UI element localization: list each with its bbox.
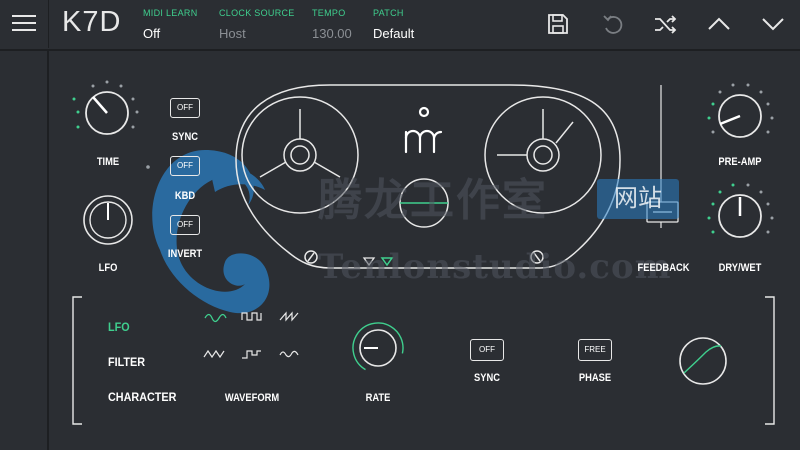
moog-logo-icon <box>404 106 443 154</box>
phase-label: PHASE <box>578 372 612 384</box>
lfo-label: LFO <box>98 262 118 274</box>
waveform-saw-icon[interactable] <box>279 311 299 322</box>
waveform-random-icon[interactable] <box>279 350 299 358</box>
rate-knob[interactable] <box>344 314 412 382</box>
preamp-label: PRE-AMP <box>718 156 762 168</box>
sync-toggle[interactable]: OFF <box>170 98 200 118</box>
time-knob[interactable] <box>72 80 139 135</box>
feedback-label: FEEDBACK <box>637 262 690 274</box>
waveform-triangle-icon[interactable] <box>203 349 225 359</box>
watermark-url: Tenlonstudio.com <box>318 247 672 287</box>
watermark-badge: 网站 <box>597 179 679 219</box>
kbd-label: KBD <box>174 190 196 202</box>
preamp-knob[interactable] <box>707 83 774 138</box>
kbd-toggle[interactable]: OFF <box>170 156 200 176</box>
waveform-step-icon[interactable] <box>242 350 261 359</box>
lfo-knob[interactable] <box>83 165 150 245</box>
lfo-sync-label: SYNC <box>474 372 500 384</box>
waveform-label: WAVEFORM <box>224 392 280 404</box>
watermark-chinese-text: 腾龙工作室 <box>318 175 548 226</box>
lfo-sync-toggle[interactable]: OFF <box>470 339 504 361</box>
drywet-knob[interactable] <box>707 183 774 238</box>
drywet-label: DRY/WET <box>718 262 762 274</box>
tab-filter[interactable]: FILTER <box>108 355 145 369</box>
tab-character[interactable]: CHARACTER <box>108 390 176 404</box>
lfo-scope-display <box>679 337 727 385</box>
rate-label: RATE <box>365 392 391 404</box>
sync-label: SYNC <box>172 131 198 143</box>
waveform-sine-icon[interactable] <box>204 313 227 323</box>
tab-lfo[interactable]: LFO <box>108 320 130 334</box>
modulation-panel-frame <box>72 296 775 425</box>
time-label: TIME <box>96 156 120 168</box>
waveform-square-icon[interactable] <box>241 312 262 321</box>
phase-toggle[interactable]: FREE <box>578 339 612 361</box>
invert-label: INVERT <box>167 248 203 260</box>
invert-toggle[interactable]: OFF <box>170 215 200 235</box>
